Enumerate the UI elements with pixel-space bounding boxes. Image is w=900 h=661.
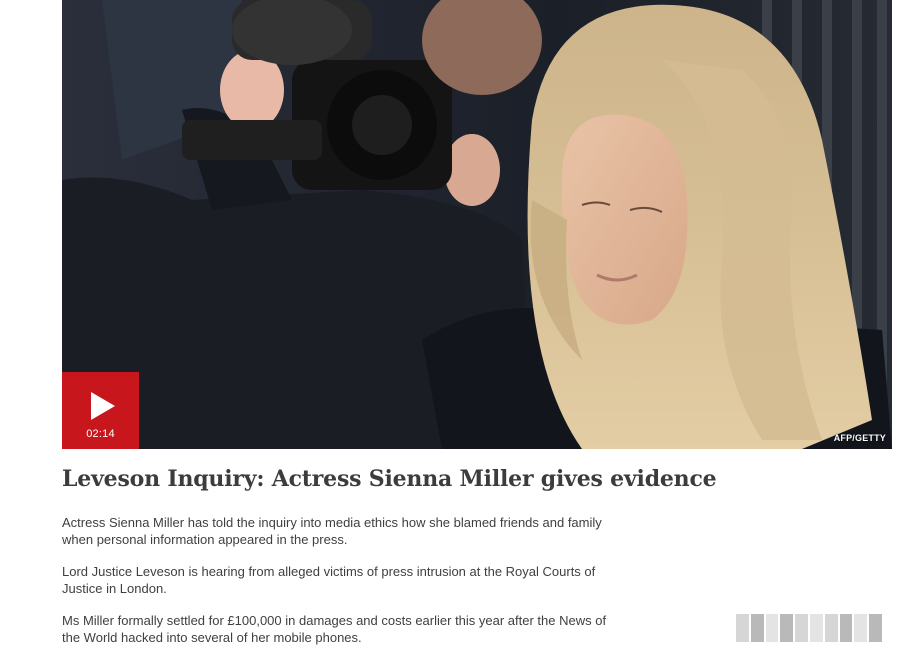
article-headline: Leveson Inquiry: Actress Sienna Miller g… bbox=[62, 466, 717, 492]
video-duration: 02:14 bbox=[86, 428, 115, 440]
article-paragraph-1: Actress Sienna Miller has told the inqui… bbox=[62, 515, 602, 547]
play-button[interactable]: 02:14 bbox=[62, 372, 139, 449]
watermark-block bbox=[780, 614, 794, 642]
article-paragraph-3: Ms Miller formally settled for £100,000 … bbox=[62, 613, 607, 645]
watermark-block bbox=[750, 614, 764, 642]
watermark-block bbox=[824, 614, 838, 642]
article-body: Actress Sienna Miller has told the inqui… bbox=[62, 514, 622, 661]
watermark-block bbox=[869, 614, 882, 642]
article-paragraph-2: Lord Justice Leveson is hearing from all… bbox=[62, 564, 596, 596]
watermark-block bbox=[795, 614, 808, 642]
watermark-block bbox=[854, 614, 868, 642]
video-still-image bbox=[62, 0, 892, 449]
watermark-block bbox=[736, 614, 749, 642]
play-icon bbox=[91, 392, 115, 420]
blurred-watermark bbox=[736, 614, 882, 642]
video-player[interactable]: 02:14 AFP/GETTY bbox=[62, 0, 892, 449]
watermark-block bbox=[765, 614, 779, 642]
watermark-block bbox=[809, 614, 823, 642]
image-credit: AFP/GETTY bbox=[833, 433, 886, 443]
watermark-block bbox=[839, 614, 853, 642]
